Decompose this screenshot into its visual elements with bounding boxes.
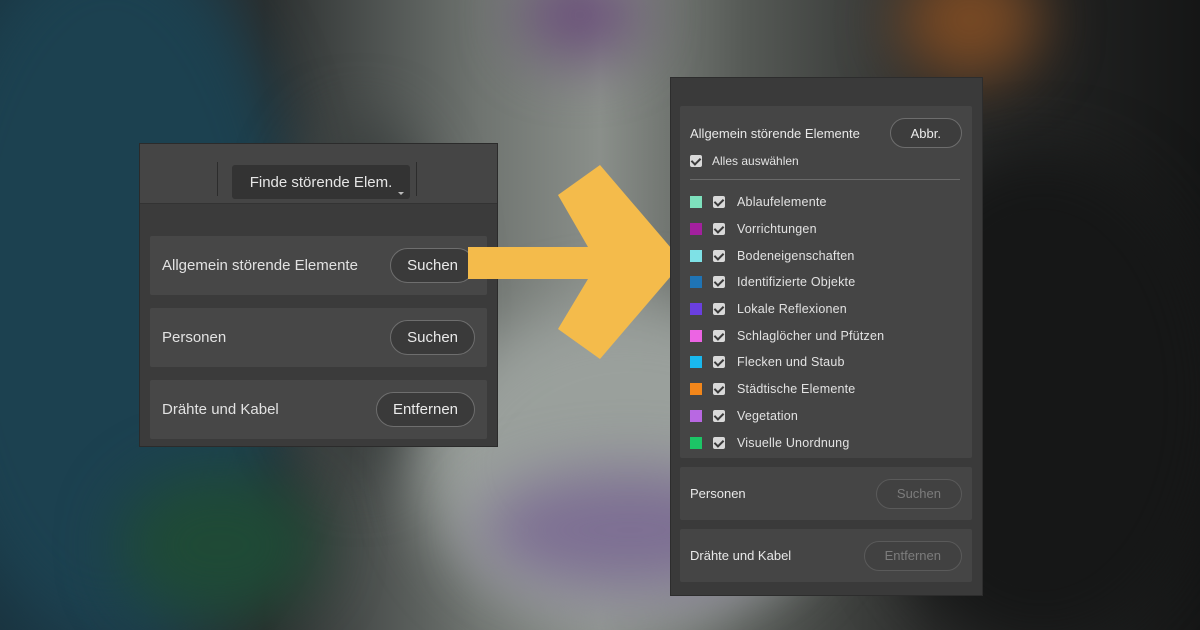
row-people: Personen Suchen [150, 308, 487, 367]
wires-title: Drähte und Kabel [690, 548, 792, 563]
checkbox-checked-icon[interactable] [713, 436, 725, 449]
row-general-distractions: Allgemein störende Elemente Suchen [150, 236, 487, 295]
search-people-button[interactable]: Suchen [875, 478, 962, 509]
wires-block: Drähte und Kabel Entfernen [680, 529, 972, 582]
toolbar-separator [217, 162, 218, 196]
category-label: Ablaufelemente [737, 195, 827, 210]
category-label: Vorrichtungen [737, 222, 817, 237]
category-list: Ablaufelemente Vorrichtungen Bodeneigensch… [690, 189, 962, 456]
category-label: Visuelle Unordnung [737, 435, 850, 450]
color-swatch [690, 436, 702, 449]
people-block: Personen Suchen [680, 467, 972, 520]
checkbox-checked-icon[interactable] [713, 249, 725, 262]
category-label: Schlaglöcher und Pfützen [737, 328, 885, 343]
category-item[interactable]: Städtische Elemente [690, 376, 962, 403]
category-label: Identifizierte Objekte [737, 275, 856, 290]
toolbar-separator [416, 162, 417, 196]
category-label: Flecken und Staub [737, 355, 845, 370]
remove-wires-button[interactable]: Entfernen [863, 540, 962, 571]
category-item[interactable]: Vorrichtungen [690, 216, 962, 243]
people-row: Personen Suchen [690, 478, 962, 509]
cancel-button[interactable]: Abbr. [889, 118, 962, 148]
color-swatch [690, 303, 702, 316]
find-distractions-dropdown[interactable]: Finde störende Elem. [232, 165, 410, 199]
search-general-button[interactable]: Suchen [390, 248, 475, 283]
category-item[interactable]: Identifizierte Objekte [690, 269, 962, 296]
color-swatch [690, 276, 702, 289]
general-header: Allgemein störende Elemente Abbr. [690, 118, 962, 148]
right-arrow-icon [468, 165, 683, 359]
row-label: Drähte und Kabel [162, 401, 279, 418]
toolbar: Finde störende Elem. [140, 144, 497, 204]
distraction-panel-collapsed: Finde störende Elem. Allgemein störende … [139, 143, 498, 447]
checkbox-checked-icon[interactable] [713, 356, 725, 369]
color-swatch [690, 329, 702, 342]
category-label: Vegetation [737, 408, 799, 423]
checkbox-checked-icon[interactable] [713, 329, 725, 342]
row-label: Personen [162, 329, 227, 346]
checkbox-checked-icon[interactable] [713, 196, 725, 209]
checkbox-checked-icon[interactable] [713, 409, 725, 422]
color-swatch [690, 196, 702, 209]
distraction-panel-expanded: Allgemein störende Elemente Abbr. Alles … [670, 77, 983, 596]
dropdown-corner-icon [398, 192, 404, 195]
category-item[interactable]: Flecken und Staub [690, 349, 962, 376]
category-label: Städtische Elemente [737, 382, 856, 397]
row-label: Allgemein störende Elemente [162, 257, 358, 274]
search-people-button[interactable]: Suchen [390, 320, 475, 355]
row-wires-cables: Drähte und Kabel Entfernen [150, 380, 487, 439]
general-distractions-block: Allgemein störende Elemente Abbr. Alles … [680, 106, 972, 458]
category-item[interactable]: Vegetation [690, 403, 962, 430]
category-item[interactable]: Schlaglöcher und Pfützen [690, 322, 962, 349]
select-all-label: Alles auswählen [712, 154, 799, 168]
color-swatch [690, 409, 702, 422]
wires-row: Drähte und Kabel Entfernen [690, 540, 962, 571]
checkbox-checked-icon[interactable] [713, 223, 725, 236]
color-swatch [690, 383, 702, 396]
checkbox-checked-icon[interactable] [713, 276, 725, 289]
people-title: Personen [690, 486, 746, 501]
category-label: Bodeneigenschaften [737, 248, 855, 263]
select-all-checkbox-row[interactable]: Alles auswählen [690, 154, 799, 168]
category-item[interactable]: Lokale Reflexionen [690, 296, 962, 323]
checkbox-checked-icon[interactable] [690, 155, 702, 167]
category-item[interactable]: Visuelle Unordnung [690, 429, 962, 456]
divider [690, 179, 960, 180]
remove-wires-button[interactable]: Entfernen [375, 392, 475, 427]
find-distractions-label: Finde störende Elem. [249, 173, 393, 191]
general-title: Allgemein störende Elemente [690, 125, 860, 141]
color-swatch [690, 356, 702, 369]
category-label: Lokale Reflexionen [737, 302, 847, 317]
color-swatch [690, 249, 702, 262]
category-item[interactable]: Bodeneigenschaften [690, 242, 962, 269]
color-swatch [690, 223, 702, 236]
checkbox-checked-icon[interactable] [713, 383, 725, 396]
checkbox-checked-icon[interactable] [713, 303, 725, 316]
category-item[interactable]: Ablaufelemente [690, 189, 962, 216]
